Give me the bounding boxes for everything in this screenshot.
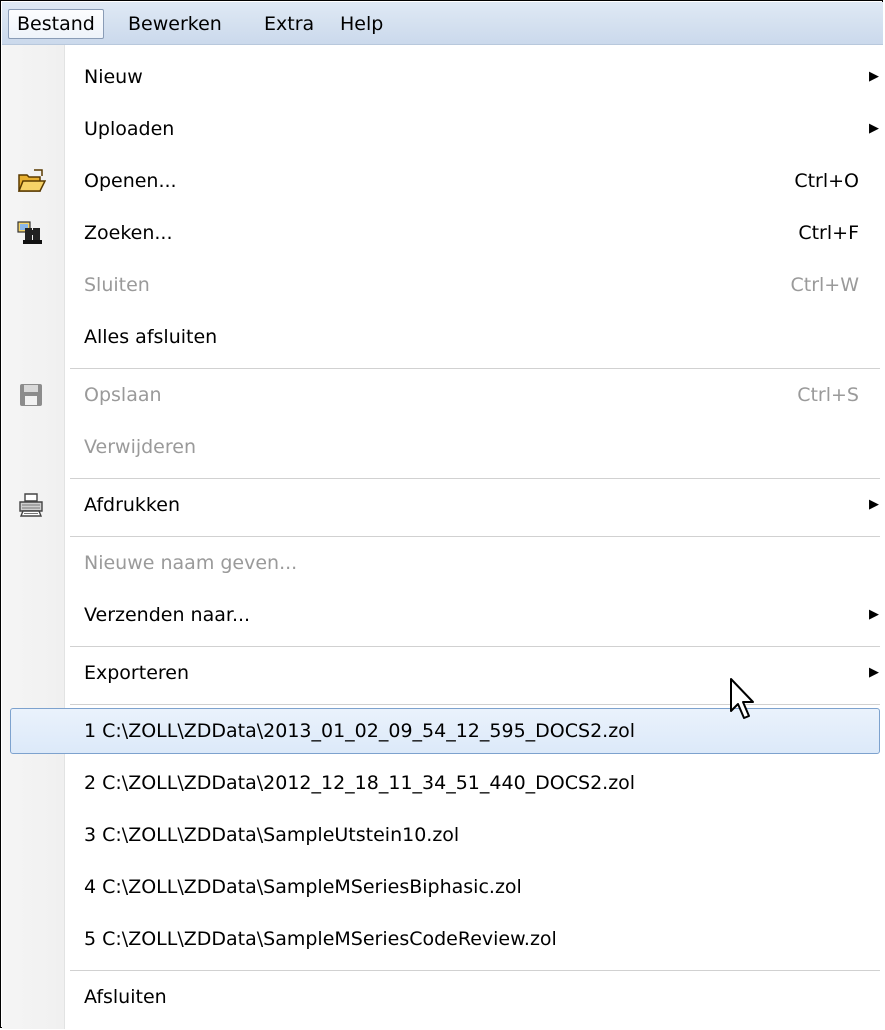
- menu-separator: [70, 478, 880, 480]
- recent-file-5[interactable]: 5 C:\ZOLL\ZDData\SampleMSeriesCodeReview…: [2, 916, 883, 962]
- menu-item-label: 4 C:\ZOLL\ZDData\SampleMSeriesBiphasic.z…: [84, 876, 522, 898]
- menu-item-label: 1 C:\ZOLL\ZDData\2013_01_02_09_54_12_595…: [84, 720, 636, 742]
- menu-separator: [70, 368, 880, 370]
- file-dropdown-menu: Nieuw ▶ Uploaden ▶ Openen... Ctrl+O Zoek…: [2, 45, 883, 1029]
- menu-item-afsluiten[interactable]: Afsluiten: [2, 974, 883, 1020]
- menu-item-label: Sluiten: [84, 274, 150, 296]
- submenu-arrow-icon: ▶: [869, 497, 879, 512]
- shortcut-label: Ctrl+O: [794, 170, 859, 192]
- menu-separator: [70, 970, 880, 972]
- menu-item-label: Exporteren: [84, 662, 190, 684]
- folder-open-icon: [17, 169, 46, 192]
- menu-item-nieuwe-naam-geven[interactable]: Nieuwe naam geven...: [2, 540, 883, 586]
- submenu-arrow-icon: ▶: [869, 121, 879, 136]
- floppy-disk-icon: [20, 384, 42, 406]
- menu-item-zoeken[interactable]: Zoeken... Ctrl+F: [2, 210, 883, 256]
- menu-item-opslaan[interactable]: Opslaan Ctrl+S: [2, 372, 883, 418]
- menu-bewerken[interactable]: Bewerken: [119, 9, 231, 39]
- recent-file-2[interactable]: 2 C:\ZOLL\ZDData\2012_12_18_11_34_51_440…: [2, 760, 883, 806]
- menu-item-label: Afdrukken: [84, 494, 180, 516]
- menu-item-sluiten[interactable]: Sluiten Ctrl+W: [2, 262, 883, 308]
- menu-item-nieuw[interactable]: Nieuw ▶: [2, 54, 883, 100]
- menu-item-label: 3 C:\ZOLL\ZDData\SampleUtstein10.zol: [84, 824, 460, 846]
- submenu-arrow-icon: ▶: [869, 665, 879, 680]
- menu-item-label: 5 C:\ZOLL\ZDData\SampleMSeriesCodeReview…: [84, 928, 557, 950]
- mouse-pointer-icon: [730, 678, 754, 719]
- menu-bestand[interactable]: Bestand: [8, 9, 104, 39]
- recent-file-4[interactable]: 4 C:\ZOLL\ZDData\SampleMSeriesBiphasic.z…: [2, 864, 883, 910]
- binoculars-icon: [17, 221, 42, 244]
- menu-help[interactable]: Help: [331, 9, 392, 39]
- menu-item-openen[interactable]: Openen... Ctrl+O: [2, 158, 883, 204]
- menu-item-label: Alles afsluiten: [84, 326, 218, 348]
- menu-separator: [70, 646, 880, 648]
- shortcut-label: Ctrl+W: [790, 274, 859, 296]
- shortcut-label: Ctrl+S: [797, 384, 859, 406]
- menu-bar: Bestand Bewerken Extra Help: [2, 2, 883, 45]
- menu-extra[interactable]: Extra: [255, 9, 323, 39]
- menu-separator: [70, 536, 880, 538]
- menu-item-alles-afsluiten[interactable]: Alles afsluiten: [2, 314, 883, 360]
- menu-item-label: Nieuw: [84, 66, 143, 88]
- menu-item-label: Afsluiten: [84, 986, 167, 1008]
- submenu-arrow-icon: ▶: [869, 69, 879, 84]
- printer-icon: [19, 493, 43, 517]
- menu-item-label: Openen...: [84, 170, 177, 192]
- menu-item-label: Opslaan: [84, 384, 162, 406]
- menu-item-verzenden-naar[interactable]: Verzenden naar... ▶: [2, 592, 883, 638]
- submenu-arrow-icon: ▶: [869, 607, 879, 622]
- menu-item-label: Verwijderen: [84, 436, 196, 458]
- shortcut-label: Ctrl+F: [798, 222, 859, 244]
- menu-item-afdrukken[interactable]: Afdrukken ▶: [2, 482, 883, 528]
- menu-item-label: Zoeken...: [84, 222, 173, 244]
- menu-item-verwijderen[interactable]: Verwijderen: [2, 424, 883, 470]
- menu-item-uploaden[interactable]: Uploaden ▶: [2, 106, 883, 152]
- menu-item-label: Nieuwe naam geven...: [84, 552, 298, 574]
- menu-item-label: Verzenden naar...: [84, 604, 251, 626]
- window-frame: Bestand Bewerken Extra Help Nieuw ▶ Uplo…: [0, 0, 883, 1029]
- menu-item-label: Uploaden: [84, 118, 175, 140]
- recent-file-3[interactable]: 3 C:\ZOLL\ZDData\SampleUtstein10.zol: [2, 812, 883, 858]
- menu-item-label: 2 C:\ZOLL\ZDData\2012_12_18_11_34_51_440…: [84, 772, 636, 794]
